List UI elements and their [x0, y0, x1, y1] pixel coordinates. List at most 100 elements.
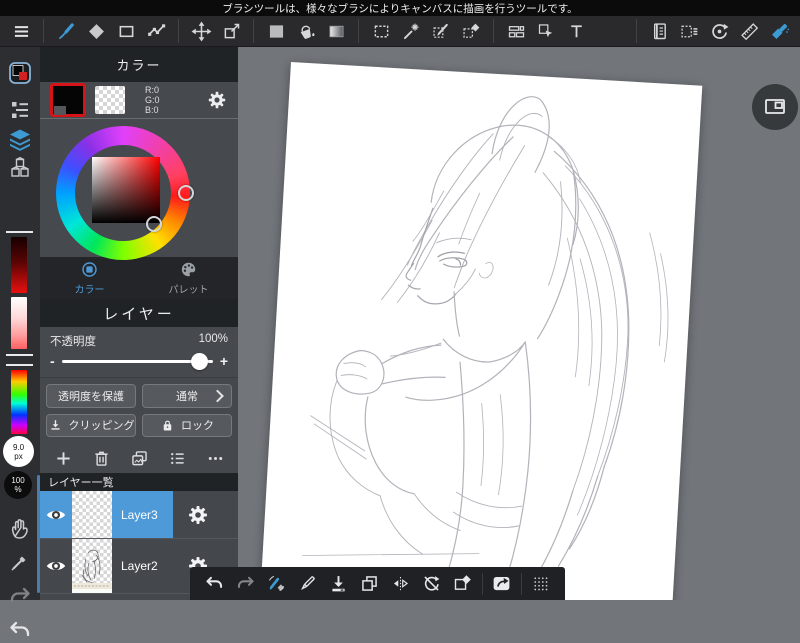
tool-split-view[interactable]	[501, 16, 531, 47]
tool-polyline-pen[interactable]	[141, 16, 171, 47]
tool-eraser[interactable]	[81, 16, 111, 47]
protect-alpha-button[interactable]: 透明度を保護	[46, 384, 136, 408]
layer-list-header: レイヤー一覧	[40, 473, 238, 491]
delete-layer-button[interactable]	[91, 448, 112, 469]
tool-brush[interactable]	[51, 16, 81, 47]
toolbar-divider	[481, 572, 483, 595]
color-tab-icon	[80, 260, 99, 279]
rail-color-tool[interactable]	[7, 60, 33, 86]
lock-button[interactable]: ロック	[142, 413, 232, 437]
gear-icon	[206, 89, 228, 111]
rotate-reset-button[interactable]	[420, 567, 444, 600]
color-settings-button[interactable]	[206, 89, 228, 111]
save-button[interactable]	[326, 567, 350, 600]
layer-thumbnail[interactable]	[72, 539, 112, 593]
tint-gradient-bar[interactable]	[11, 297, 27, 349]
share-button[interactable]	[490, 567, 514, 600]
flip-horizontal-button[interactable]	[388, 567, 412, 600]
shade-gradient-bar[interactable]	[11, 237, 27, 293]
tool-move[interactable]	[186, 16, 216, 47]
rail-redo[interactable]	[7, 583, 33, 609]
opacity-minus[interactable]: -	[50, 354, 55, 368]
tool-object-select[interactable]	[531, 16, 561, 47]
add-layer-button[interactable]	[53, 448, 74, 469]
saturation-value-square[interactable]	[92, 157, 160, 223]
brush-size-indicator[interactable]: 9.0 px	[3, 436, 34, 467]
layer-action-row	[40, 443, 238, 473]
hue-handle[interactable]	[178, 185, 194, 201]
more-options-button[interactable]	[205, 448, 226, 469]
tool-magic-wand[interactable]	[396, 16, 426, 47]
pen-button[interactable]	[295, 567, 319, 600]
clear-icon	[452, 573, 473, 594]
rail-undo[interactable]	[7, 617, 33, 643]
tool-gradient[interactable]	[321, 16, 351, 47]
layer-thumbnail[interactable]	[72, 491, 112, 538]
rail-hand-tool[interactable]	[7, 515, 33, 541]
text-tool-icon	[566, 21, 587, 42]
tab-palette[interactable]: パレット	[139, 257, 238, 299]
brush-size-value: 9.0	[12, 442, 25, 452]
tool-select-rect[interactable]	[366, 16, 396, 47]
hue-gradient-bar[interactable]	[11, 370, 27, 434]
duplicate-layer-button[interactable]	[129, 448, 150, 469]
opacity-plus[interactable]: +	[220, 354, 228, 368]
materials-cubes-icon	[8, 156, 32, 180]
tool-select-eraser[interactable]	[456, 16, 486, 47]
layer-list-button[interactable]	[167, 448, 188, 469]
layer-panel-header: レイヤー	[40, 299, 238, 327]
tab-color[interactable]: カラー	[40, 257, 139, 299]
clipping-icon	[48, 418, 63, 433]
menu-button[interactable]	[6, 16, 36, 47]
tool-material-panel[interactable]	[644, 16, 674, 47]
layer-visibility-toggle[interactable]	[40, 491, 72, 538]
rail-materials[interactable]	[7, 155, 33, 181]
brush-eraser-toggle-button[interactable]	[264, 567, 288, 600]
tool-ruler[interactable]	[734, 16, 764, 47]
tool-transform[interactable]	[216, 16, 246, 47]
tool-text[interactable]	[561, 16, 591, 47]
drag-handle[interactable]	[529, 567, 553, 600]
zoom-indicator[interactable]: 100 %	[4, 471, 32, 499]
select-menu-icon	[679, 21, 700, 42]
layer-name[interactable]: Layer2	[112, 539, 173, 593]
tool-select-pen[interactable]	[426, 16, 456, 47]
layer-row-main[interactable]: Layer2	[40, 539, 173, 593]
color-tab-label: カラー	[74, 285, 105, 296]
tool-shape-rect[interactable]	[111, 16, 141, 47]
clipping-button[interactable]: クリッピング	[46, 413, 136, 437]
rail-layers[interactable]	[7, 126, 33, 152]
copy-icon	[359, 573, 380, 594]
drawing-canvas[interactable]	[250, 62, 703, 600]
toolbar-divider	[358, 19, 359, 43]
copy-button[interactable]	[357, 567, 381, 600]
opacity-slider[interactable]	[61, 352, 213, 370]
blend-mode-button[interactable]: 通常	[142, 384, 232, 408]
sketch-drawing	[302, 96, 669, 590]
tool-airbrush[interactable]	[764, 16, 794, 47]
sv-handle[interactable]	[146, 216, 162, 232]
tool-reset-rotate[interactable]	[704, 16, 734, 47]
tool-select-menu[interactable]	[674, 16, 704, 47]
layer-settings-button[interactable]	[186, 503, 210, 527]
floating-preview-button[interactable]	[752, 84, 798, 130]
rail-brush-list[interactable]	[7, 97, 33, 123]
undo-icon	[204, 573, 225, 594]
layer-name[interactable]: Layer3	[112, 491, 173, 538]
redo-button[interactable]	[233, 567, 257, 600]
layer-row-layer3[interactable]: Layer3	[40, 491, 238, 539]
rail-stylus-tool[interactable]	[7, 549, 33, 575]
layer-visibility-toggle[interactable]	[40, 539, 72, 593]
undo-button[interactable]	[202, 567, 226, 600]
swatch-row: R:0 G:0 B:0	[40, 82, 238, 119]
canvas-area[interactable]	[238, 47, 800, 600]
foreground-color-swatch[interactable]	[50, 83, 86, 117]
palette-tab-label: パレット	[168, 285, 209, 296]
layer-row-main[interactable]: Layer3	[40, 491, 173, 538]
transparent-color-swatch[interactable]	[95, 86, 125, 114]
tool-fill-square[interactable]	[261, 16, 291, 47]
tool-paint-bucket[interactable]	[291, 16, 321, 47]
clear-button[interactable]	[451, 567, 475, 600]
airbrush-icon	[769, 21, 790, 42]
opacity-slider-knob[interactable]	[190, 352, 208, 370]
